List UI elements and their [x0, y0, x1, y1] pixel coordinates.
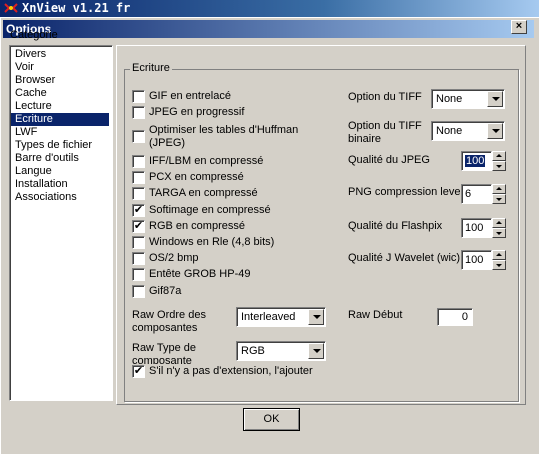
- tiff-option-value: None: [436, 93, 463, 105]
- jpeg-quality-value: 100: [465, 155, 486, 167]
- spin-up-icon[interactable]: [492, 218, 506, 228]
- checkbox-label: TARGA en compressé: [149, 187, 258, 199]
- checkbox-box[interactable]: [132, 268, 145, 281]
- png-level-input[interactable]: 6: [461, 184, 492, 204]
- spin-up-icon[interactable]: [492, 184, 506, 194]
- raw-start-input[interactable]: 0: [437, 308, 473, 326]
- raw-type-label: Raw Type de: [132, 342, 197, 354]
- category-item-voir[interactable]: Voir: [13, 61, 36, 74]
- xnview-logo-icon: [4, 3, 18, 13]
- raw-order-select[interactable]: Interleaved: [236, 307, 326, 327]
- category-item-lwf[interactable]: LWF: [13, 126, 39, 139]
- jpeg-quality-label: Qualité du JPEG: [348, 154, 430, 166]
- category-label: Catégorie: [10, 29, 58, 41]
- checkbox-box[interactable]: [132, 130, 145, 143]
- flashpix-quality-label: Qualité du Flashpix: [348, 220, 443, 232]
- checkbox-box[interactable]: [132, 236, 145, 249]
- spin-down-icon[interactable]: [492, 161, 506, 171]
- jpeg-quality-input[interactable]: 100: [461, 151, 492, 171]
- checkbox-box[interactable]: [132, 187, 145, 200]
- checkbox-label: IFF/LBM en compressé: [149, 155, 264, 167]
- chevron-down-icon[interactable]: [308, 343, 324, 359]
- raw-order-label-line2: composantes: [132, 322, 198, 334]
- raw-type-value: RGB: [241, 345, 265, 357]
- category-item-types-fichier[interactable]: Types de fichier: [13, 139, 94, 152]
- checkbox-box[interactable]: [132, 106, 145, 119]
- checkbox-label: PCX en compressé: [149, 171, 244, 183]
- checkbox-label: JPEG en progressif: [149, 106, 245, 118]
- category-item-barre-outils[interactable]: Barre d'outils: [13, 152, 81, 165]
- dialog-title-bar[interactable]: Options: [3, 20, 534, 38]
- category-item-divers[interactable]: Divers: [13, 48, 48, 61]
- spin-up-icon[interactable]: [492, 151, 506, 161]
- checkbox-label: Optimiser les tables d'Huffman: [149, 124, 299, 136]
- checkbox-box[interactable]: [132, 90, 145, 103]
- checkbox-label-line2: (JPEG): [149, 137, 186, 149]
- checkbox-checked-icon[interactable]: ✔: [132, 365, 145, 378]
- chevron-down-icon[interactable]: [308, 309, 324, 325]
- tiff-binary-label-line2: binaire: [348, 133, 382, 145]
- tiff-binary-value: None: [436, 125, 463, 137]
- category-item-lecture[interactable]: Lecture: [13, 100, 54, 113]
- checkbox-checked-icon[interactable]: ✔: [132, 204, 145, 217]
- spin-down-icon[interactable]: [492, 260, 506, 270]
- checkbox-box[interactable]: [132, 171, 145, 184]
- app-title: XnView v1.21 fr: [22, 1, 131, 15]
- checkbox-label: Gif87a: [149, 285, 182, 297]
- category-item-langue[interactable]: Langue: [13, 165, 54, 178]
- checkbox-box[interactable]: [132, 285, 145, 298]
- png-level-value: 6: [465, 188, 472, 200]
- flashpix-quality-spinner[interactable]: [492, 218, 506, 238]
- raw-order-value: Interleaved: [241, 311, 296, 323]
- category-item-ecriture[interactable]: Ecriture: [11, 113, 109, 126]
- checkbox-label: RGB en compressé: [149, 220, 245, 232]
- category-item-browser[interactable]: Browser: [13, 74, 57, 87]
- close-button[interactable]: ×: [511, 20, 527, 34]
- tiff-binary-select[interactable]: None: [431, 121, 505, 141]
- png-level-label: PNG compression level: [348, 186, 463, 198]
- app-title-bar: XnView v1.21 fr: [0, 0, 539, 17]
- ok-button[interactable]: OK: [243, 408, 300, 431]
- spin-down-icon[interactable]: [492, 194, 506, 204]
- spin-up-icon[interactable]: [492, 250, 506, 260]
- wavelet-quality-value: 100: [465, 254, 484, 266]
- checkbox-label: Windows en Rle (4,8 bits): [149, 236, 275, 248]
- tiff-option-label: Option du TIFF: [348, 91, 422, 103]
- wavelet-quality-input[interactable]: 100: [461, 250, 492, 270]
- flashpix-quality-value: 100: [465, 222, 484, 234]
- checkbox-checked-icon[interactable]: ✔: [132, 220, 145, 233]
- raw-start-label: Raw Début: [348, 309, 403, 321]
- wavelet-quality-spinner[interactable]: [492, 250, 506, 270]
- checkbox-box[interactable]: [132, 252, 145, 265]
- wavelet-quality-label: Qualité J Wavelet (wic): [348, 252, 461, 264]
- checkbox-label: S'il n'y a pas d'extension, l'ajouter: [149, 365, 313, 377]
- checkbox-label: GIF en entrelacé: [149, 90, 231, 102]
- tiff-option-select[interactable]: None: [431, 89, 505, 109]
- tiff-binary-label: Option du TIFF: [348, 120, 422, 132]
- chevron-down-icon[interactable]: [487, 91, 503, 107]
- checkbox-label: Softimage en compressé: [149, 204, 271, 216]
- group-title: Ecriture: [130, 62, 172, 74]
- checkbox-label: Entête GROB HP-49: [149, 268, 251, 280]
- chevron-down-icon[interactable]: [487, 123, 503, 139]
- category-item-associations[interactable]: Associations: [13, 191, 79, 204]
- spin-down-icon[interactable]: [492, 228, 506, 238]
- category-list[interactable]: Divers Voir Browser Cache Lecture Ecritu…: [9, 45, 113, 401]
- checkbox-label: OS/2 bmp: [149, 252, 199, 264]
- close-icon: ×: [515, 20, 523, 32]
- checkbox-box[interactable]: [132, 155, 145, 168]
- raw-type-label-line2: composante: [132, 355, 192, 364]
- category-item-cache[interactable]: Cache: [13, 87, 49, 100]
- raw-order-label: Raw Ordre des: [132, 309, 206, 321]
- jpeg-quality-spinner[interactable]: [492, 151, 506, 171]
- raw-type-select[interactable]: RGB: [236, 341, 326, 361]
- flashpix-quality-input[interactable]: 100: [461, 218, 492, 238]
- png-level-spinner[interactable]: [492, 184, 506, 204]
- category-item-installation[interactable]: Installation: [13, 178, 70, 191]
